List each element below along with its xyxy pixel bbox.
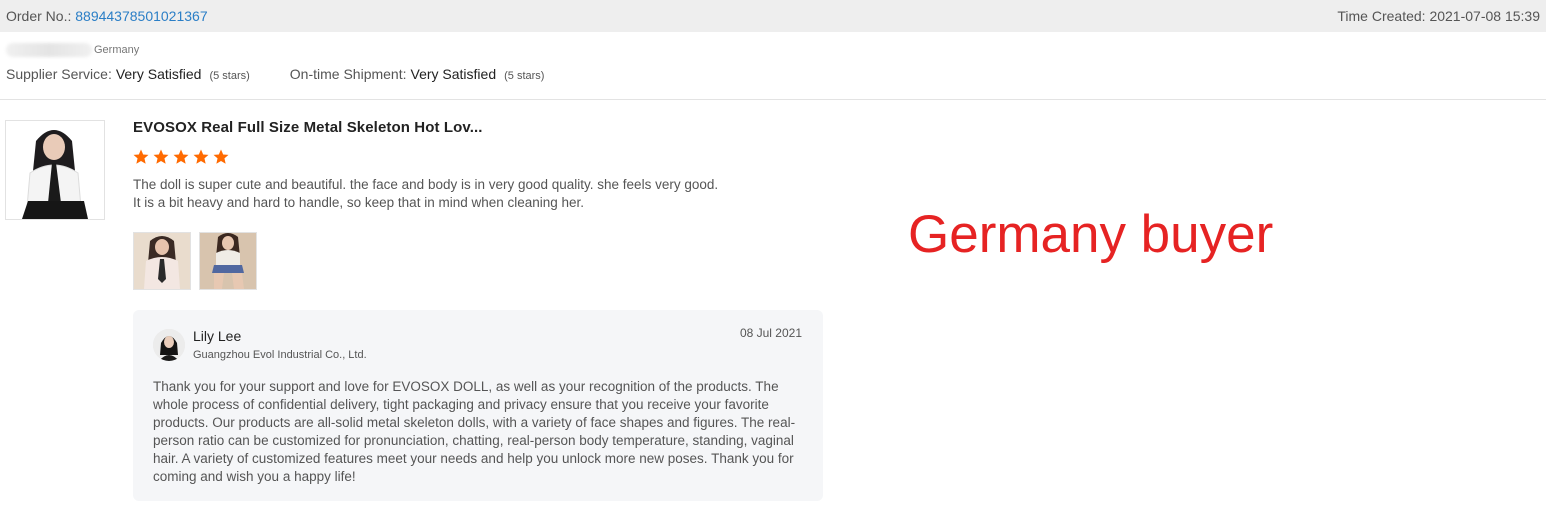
star-icon — [193, 149, 209, 164]
order-label: Order No.: — [6, 8, 72, 24]
order-number-link[interactable]: 88944378501021367 — [75, 8, 207, 24]
supplier-service-stars: (5 stars) — [209, 70, 250, 82]
buyer-info: Germany — [6, 43, 139, 57]
star-icon — [213, 149, 229, 164]
shipment-stars: (5 stars) — [504, 70, 545, 82]
product-rating-stars — [132, 148, 230, 166]
time-value: 2021-07-08 15:39 — [1429, 8, 1540, 24]
annotation-overlay-text: Germany buyer — [908, 205, 1274, 264]
order-header: Order No.: 88944378501021367 Time Create… — [0, 0, 1546, 32]
buyer-name-redacted — [6, 43, 92, 57]
seller-avatar — [153, 329, 185, 361]
shipment-value: Very Satisfied — [410, 66, 497, 82]
seller-name: Lily Lee — [193, 328, 242, 344]
star-icon — [153, 149, 169, 164]
supplier-service-value: Very Satisfied — [115, 66, 202, 82]
time-label: Time Created: — [1337, 8, 1426, 24]
star-icon — [133, 149, 149, 164]
review-line-2: It is a bit heavy and hard to handle, so… — [133, 195, 585, 210]
star-icon — [173, 149, 189, 164]
product-image[interactable] — [5, 120, 105, 220]
shipment-label: On-time Shipment: — [289, 66, 407, 82]
review-text: The doll is super cute and beautiful. th… — [133, 176, 773, 212]
review-line-1: The doll is super cute and beautiful. th… — [133, 177, 719, 192]
reply-date: 08 Jul 2021 — [739, 326, 802, 340]
order-number-group: Order No.: 88944378501021367 — [6, 8, 208, 24]
product-title[interactable]: EVOSOX Real Full Size Metal Skeleton Hot… — [133, 119, 483, 136]
buyer-country: Germany — [94, 44, 140, 56]
section-divider — [0, 99, 1546, 100]
review-photo-thumbnail[interactable] — [199, 232, 257, 290]
seller-company: Guangzhou Evol Industrial Co., Ltd. — [193, 349, 367, 361]
review-photo-thumbnail[interactable] — [133, 232, 191, 290]
time-created-group: Time Created: 2021-07-08 15:39 — [1337, 8, 1540, 24]
review-photos — [133, 232, 257, 290]
seller-reply: Lily Lee Guangzhou Evol Industrial Co., … — [133, 310, 823, 501]
order-ratings: Supplier Service: Very Satisfied (5 star… — [6, 66, 544, 82]
reply-text: Thank you for your support and love for … — [153, 379, 796, 484]
supplier-service-label: Supplier Service: — [6, 66, 112, 82]
